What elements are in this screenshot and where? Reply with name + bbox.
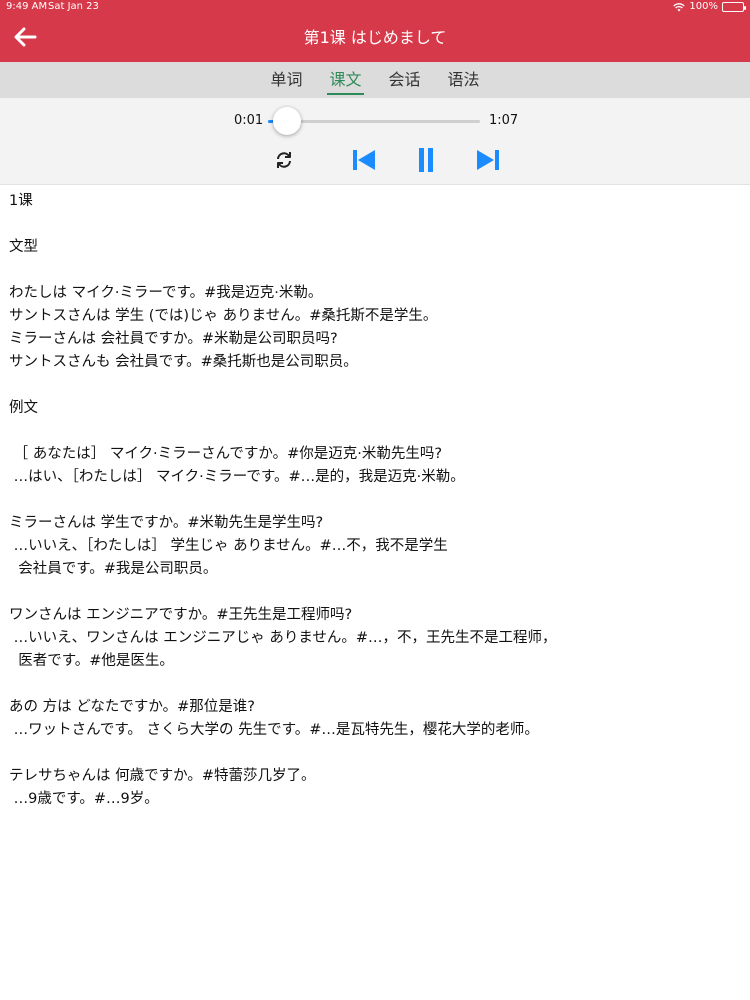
status-right: 100% xyxy=(673,0,746,14)
text-line xyxy=(9,213,741,236)
text-line xyxy=(9,742,741,765)
repeat-icon xyxy=(277,152,291,168)
tab-bar: 单词 课文 会话 语法 xyxy=(0,62,750,98)
status-time: 9:49 AM xyxy=(6,1,48,12)
next-button[interactable] xyxy=(474,147,502,173)
previous-button[interactable] xyxy=(350,147,378,173)
text-line: サントスさんは 学生 (では)じゃ ありません。#桑托斯不是学生。 xyxy=(9,308,438,324)
text-line xyxy=(9,259,741,282)
tab-text[interactable]: 课文 xyxy=(327,62,364,98)
status-bar: 9:49 AM Sat Jan 23 100% xyxy=(0,0,750,14)
page-title: 第1课 はじめまして xyxy=(303,28,447,47)
skip-next-icon xyxy=(477,150,499,170)
text-line: 文型 xyxy=(9,239,38,255)
text-line: 会社員です。#我是公司职员。 xyxy=(9,561,218,577)
text-line: 1课 xyxy=(9,193,33,209)
text-line xyxy=(9,581,741,604)
lesson-text: 1课文型わたしは マイク·ミラーです。#我是迈克·米勒。サントスさんは 学生 (… xyxy=(9,190,741,811)
text-line: …いいえ、ワンさんは エンジニアじゃ ありません。#…，不，王先生不是工程师， xyxy=(9,630,557,646)
text-line: 例文 xyxy=(9,400,38,416)
text-line: …9歳です。#…9岁。 xyxy=(9,791,159,807)
duration: 1:07 xyxy=(489,113,519,128)
audio-player: 0:01 1:07 xyxy=(0,98,750,185)
text-line xyxy=(9,420,741,443)
text-line: ワンさんは エンジニアですか。#王先生是工程师吗? xyxy=(9,607,353,623)
text-line: テレサちゃんは 何歳ですか。#特蕾莎几岁了。 xyxy=(9,768,316,784)
repeat-button[interactable] xyxy=(270,147,298,173)
current-time: 0:01 xyxy=(234,113,264,128)
pause-button[interactable] xyxy=(412,147,440,173)
text-line: …いいえ、［わたしは］ 学生じゃ ありません。#…不，我不是学生 xyxy=(9,538,448,554)
text-line xyxy=(9,374,741,397)
battery-percent: 100% xyxy=(689,1,718,12)
text-line: わたしは マイク·ミラーです。#我是迈克·米勒。 xyxy=(9,285,323,301)
wifi-icon xyxy=(673,3,686,12)
text-line xyxy=(9,673,741,696)
skip-previous-icon xyxy=(353,150,375,170)
text-line xyxy=(9,489,741,512)
text-line: ミラーさんは 学生ですか。#米勒先生是学生吗? xyxy=(9,515,324,531)
text-line: …はい、［わたしは］ マイク·ミラーです。#…是的，我是迈克·米勒。 xyxy=(9,469,465,485)
status-date: Sat Jan 23 xyxy=(48,1,99,12)
tab-vocabulary[interactable]: 单词 xyxy=(268,62,304,98)
text-line: …ワットさんです。 さくら大学の 先生です。#…是瓦特先生，樱花大学的老师。 xyxy=(9,722,539,738)
text-line: ［ あなたは］ マイク·ミラーさんですか。#你是迈克·米勒先生吗? xyxy=(9,446,443,462)
text-line: サントスさんも 会社員です。#桑托斯也是公司职员。 xyxy=(9,354,358,370)
pause-icon xyxy=(419,148,433,172)
slider-thumb[interactable] xyxy=(273,107,301,135)
header-bar: 9:49 AM Sat Jan 23 100% 第1课 はじめまして xyxy=(0,0,750,62)
tab-grammar[interactable]: 语法 xyxy=(446,62,482,98)
text-line: ミラーさんは 会社員ですか。#米勒是公司职员吗? xyxy=(9,331,338,347)
battery-icon xyxy=(722,2,746,12)
text-line: あの 方は どなたですか。#那位是谁? xyxy=(9,699,255,715)
text-line: 医者です。#他是医生。 xyxy=(9,653,174,669)
tab-conversation[interactable]: 会话 xyxy=(387,62,423,98)
